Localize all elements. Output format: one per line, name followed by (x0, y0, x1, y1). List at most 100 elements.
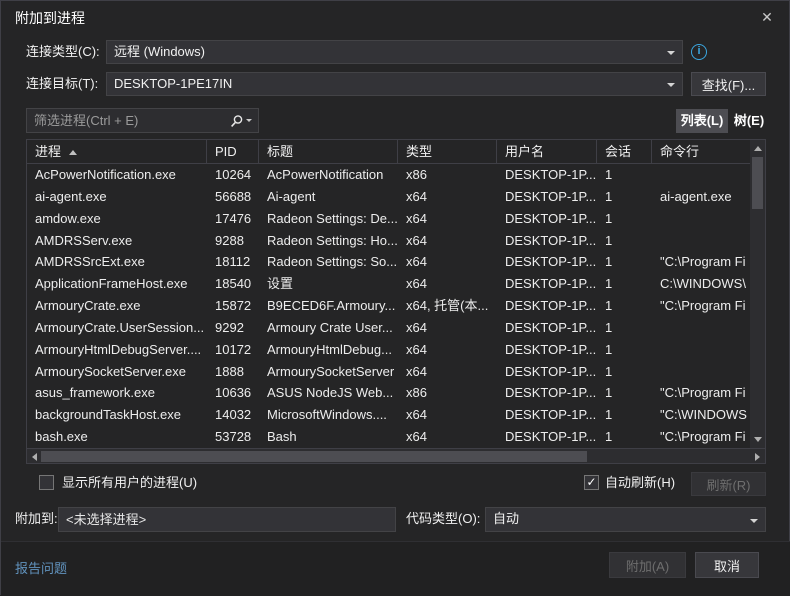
cell-title: 设置 (259, 273, 398, 295)
cell-title: Radeon Settings: De... (259, 208, 398, 230)
table-row[interactable]: AcPowerNotification.exe10264AcPowerNotif… (27, 164, 750, 186)
refresh-button[interactable]: 刷新(R) (691, 472, 766, 496)
connection-type-label: 连接类型(C): (26, 40, 100, 64)
cell-cmdline (652, 208, 749, 230)
column-header-title[interactable]: 标题 (259, 140, 398, 163)
connection-type-select[interactable]: 远程 (Windows) (106, 40, 683, 64)
table-header: 进程 PID 标题 类型 用户名 会话 命令行 (27, 140, 750, 164)
filter-box (26, 108, 259, 133)
table-row[interactable]: AMDRSSrcExt.exe18112Radeon Settings: So.… (27, 251, 750, 273)
filter-input[interactable] (27, 113, 230, 128)
scroll-down-icon[interactable] (754, 437, 762, 442)
cell-session: 1 (597, 230, 652, 252)
cell-type: x64 (398, 317, 497, 339)
search-icon[interactable] (230, 114, 244, 128)
horizontal-scroll-thumb[interactable] (41, 451, 587, 462)
code-type-value: 自动 (493, 511, 519, 526)
chevron-down-icon (667, 51, 675, 55)
auto-refresh-checkbox[interactable] (584, 475, 599, 490)
cell-type: x64 (398, 404, 497, 426)
table-row[interactable]: ai-agent.exe56688Ai-agentx64DESKTOP-1P..… (27, 186, 750, 208)
cell-pid: 9292 (207, 317, 259, 339)
table-row[interactable]: asus_framework.exe10636ASUS NodeJS Web..… (27, 382, 750, 404)
cell-process: AMDRSSrcExt.exe (27, 251, 207, 273)
table-row[interactable]: ArmourySocketServer.exe1888ArmourySocket… (27, 361, 750, 383)
cell-type: x64 (398, 426, 497, 448)
table-row[interactable]: ArmouryCrate.UserSession...9292Armoury C… (27, 317, 750, 339)
footer-bar: 报告问题 附加(A) 取消 (1, 541, 790, 596)
table-row[interactable]: AMDRSServ.exe9288Radeon Settings: Ho...x… (27, 230, 750, 252)
cell-title: B9ECED6F.Armoury... (259, 295, 398, 317)
cell-type: x86 (398, 382, 497, 404)
cell-session: 1 (597, 186, 652, 208)
chevron-down-icon[interactable] (246, 119, 252, 122)
connection-target-select[interactable]: DESKTOP-1PE17IN (106, 72, 683, 96)
show-all-users-checkbox[interactable] (39, 475, 54, 490)
cell-cmdline: "C:\Program Fi (652, 251, 749, 273)
cell-session: 1 (597, 208, 652, 230)
cell-type: x64 (398, 251, 497, 273)
sort-ascending-icon (69, 150, 77, 155)
table-row[interactable]: ArmouryHtmlDebugServer....10172ArmouryHt… (27, 339, 750, 361)
tree-view-button[interactable]: 树(E) (732, 109, 766, 133)
cell-cmdline: "C:\Program Fi (652, 426, 749, 448)
vertical-scrollbar[interactable] (750, 140, 765, 448)
vertical-scroll-thumb[interactable] (752, 157, 763, 209)
chevron-down-icon (667, 83, 675, 87)
attach-to-field[interactable]: <未选择进程> (58, 507, 396, 532)
connection-target-value: DESKTOP-1PE17IN (114, 76, 232, 91)
table-row[interactable]: amdow.exe17476Radeon Settings: De...x64D… (27, 208, 750, 230)
code-type-label: 代码类型(O): (406, 507, 480, 531)
code-type-select[interactable]: 自动 (485, 507, 766, 532)
cell-user: DESKTOP-1P... (497, 361, 597, 383)
cell-pid: 14032 (207, 404, 259, 426)
cell-title: MicrosoftWindows.... (259, 404, 398, 426)
horizontal-scrollbar[interactable] (27, 448, 765, 463)
column-header-process[interactable]: 进程 (27, 140, 207, 163)
cell-user: DESKTOP-1P... (497, 317, 597, 339)
cell-pid: 18540 (207, 273, 259, 295)
column-header-cmdline[interactable]: 命令行 (652, 140, 749, 163)
cell-type: x64 (398, 230, 497, 252)
cell-process: amdow.exe (27, 208, 207, 230)
cell-process: asus_framework.exe (27, 382, 207, 404)
cell-pid: 15872 (207, 295, 259, 317)
cell-session: 1 (597, 339, 652, 361)
scroll-up-icon[interactable] (754, 146, 762, 151)
chevron-down-icon (750, 519, 758, 523)
cell-title: Radeon Settings: So... (259, 251, 398, 273)
attach-button[interactable]: 附加(A) (609, 552, 686, 578)
column-header-user[interactable]: 用户名 (497, 140, 597, 163)
column-header-type[interactable]: 类型 (398, 140, 497, 163)
info-icon[interactable] (691, 44, 707, 60)
cell-process: ArmourySocketServer.exe (27, 361, 207, 383)
table-body: AcPowerNotification.exe10264AcPowerNotif… (27, 164, 750, 448)
attach-to-process-dialog: 附加到进程 连接类型(C): 远程 (Windows) 连接目标(T): DES… (0, 0, 790, 595)
cell-type: x64 (398, 186, 497, 208)
cell-process: ai-agent.exe (27, 186, 207, 208)
close-icon[interactable] (754, 5, 780, 29)
cell-title: Bash (259, 426, 398, 448)
table-row[interactable]: ApplicationFrameHost.exe18540设置x64DESKTO… (27, 273, 750, 295)
cell-user: DESKTOP-1P... (497, 382, 597, 404)
cell-title: Ai-agent (259, 186, 398, 208)
cancel-button[interactable]: 取消 (695, 552, 759, 578)
report-problem-link[interactable]: 报告问题 (15, 558, 67, 577)
cell-session: 1 (597, 164, 652, 186)
scroll-right-icon[interactable] (755, 453, 760, 461)
find-button[interactable]: 查找(F)... (691, 72, 766, 96)
scroll-left-icon[interactable] (32, 453, 37, 461)
list-view-button[interactable]: 列表(L) (676, 109, 728, 133)
cell-session: 1 (597, 273, 652, 295)
table-row[interactable]: backgroundTaskHost.exe14032MicrosoftWind… (27, 404, 750, 426)
cell-user: DESKTOP-1P... (497, 208, 597, 230)
cell-user: DESKTOP-1P... (497, 273, 597, 295)
cell-process: bash.exe (27, 426, 207, 448)
column-header-session[interactable]: 会话 (597, 140, 652, 163)
attach-to-label: 附加到: (15, 507, 58, 531)
column-header-pid[interactable]: PID (207, 140, 259, 163)
table-row[interactable]: ArmouryCrate.exe15872B9ECED6F.Armoury...… (27, 295, 750, 317)
table-row[interactable]: bash.exe53728Bashx64DESKTOP-1P...1"C:\Pr… (27, 426, 750, 448)
cell-pid: 9288 (207, 230, 259, 252)
dialog-title: 附加到进程 (15, 8, 85, 28)
